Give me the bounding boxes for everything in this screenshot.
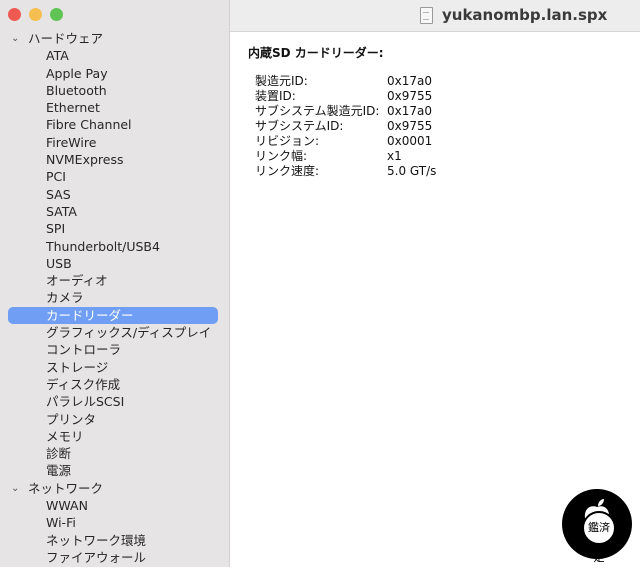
- sidebar-section[interactable]: ⌄ ハードウェア: [0, 30, 229, 47]
- sidebar-item[interactable]: SAS: [0, 186, 229, 203]
- sidebar-section-label: ハードウェア: [28, 31, 104, 46]
- watermark-badge: 鑑済定: [562, 489, 632, 564]
- sidebar-item-label: SAS: [46, 186, 71, 202]
- chevron-down-icon[interactable]: ⌄: [11, 30, 19, 47]
- sidebar-item[interactable]: Ethernet: [0, 99, 229, 116]
- sidebar-item-label: 電源: [46, 463, 72, 479]
- sidebar-item[interactable]: オーディオ: [0, 272, 229, 289]
- sidebar-item[interactable]: ネットワーク環境: [0, 532, 229, 549]
- sidebar-item-label: 診断: [46, 446, 72, 462]
- sidebar-item-label: NVMExpress: [46, 152, 124, 168]
- sidebar-item-label: SPI: [46, 221, 66, 237]
- window-controls: [8, 8, 63, 21]
- sidebar-item-label: ATA: [46, 48, 69, 64]
- sidebar: ⌄ ハードウェア ATA Apple Pay Bluetooth Ethernet Fibr…: [0, 0, 230, 567]
- property-key: 製造元ID:: [255, 74, 308, 88]
- sidebar-item-label: PCI: [46, 169, 66, 185]
- sidebar-item[interactable]: SATA: [0, 203, 229, 220]
- sidebar-item[interactable]: Wi-Fi: [0, 514, 229, 531]
- sidebar-item[interactable]: コントローラ: [0, 341, 229, 358]
- sidebar-item[interactable]: 診断: [0, 445, 229, 462]
- sidebar-item[interactable]: メモリ: [0, 428, 229, 445]
- property-row: サブシステム製造元ID: 0x17a0: [255, 104, 436, 119]
- sidebar-item-label: メモリ: [46, 428, 84, 444]
- sidebar-item-label: Bluetooth: [46, 82, 107, 98]
- property-row: リンク幅: x1: [255, 149, 436, 164]
- watermark-stamp: 鑑済定: [582, 511, 616, 564]
- property-key: リンク速度:: [255, 164, 320, 178]
- sidebar-item-label: Fibre Channel: [46, 117, 132, 133]
- sidebar-item[interactable]: PCI: [0, 168, 229, 185]
- sidebar-section-label: ネットワーク: [28, 480, 104, 496]
- sidebar-item-label: ネットワーク環境: [46, 532, 147, 548]
- sidebar-item[interactable]: Thunderbolt/USB4: [0, 238, 229, 255]
- sidebar-item-label: ディスク作成: [46, 376, 121, 392]
- sidebar-section[interactable]: ⌄ ネットワーク: [0, 480, 229, 497]
- sidebar-item-label: コントローラ: [46, 342, 122, 358]
- property-value: 0x0001: [387, 134, 433, 148]
- sidebar-item[interactable]: Apple Pay: [0, 65, 229, 82]
- property-value: 0x17a0: [387, 74, 432, 88]
- sidebar-item-label: Thunderbolt/USB4: [46, 238, 160, 254]
- property-value: 0x17a0: [387, 104, 432, 118]
- sidebar-item-label: SATA: [46, 203, 77, 219]
- property-row: サブシステムID: 0x9755: [255, 119, 436, 134]
- property-row: リビジョン: 0x0001: [255, 134, 436, 149]
- minimize-window-button[interactable]: [29, 8, 42, 21]
- sidebar-item[interactable]: ATA: [0, 47, 229, 64]
- sidebar-item-label: Ethernet: [46, 100, 100, 116]
- sidebar-item-label: カードリーダー: [46, 307, 134, 323]
- sidebar-item[interactable]: Bluetooth: [0, 82, 229, 99]
- sidebar-item[interactable]: ディスク作成: [0, 376, 229, 393]
- property-row: リンク速度: 5.0 GT/s: [255, 164, 436, 179]
- document-icon: [420, 7, 433, 24]
- zoom-window-button[interactable]: [50, 8, 63, 21]
- sidebar-item[interactable]: カードリーダー: [0, 306, 229, 325]
- property-value: 5.0 GT/s: [387, 164, 437, 178]
- sidebar-item[interactable]: SPI: [0, 220, 229, 237]
- close-window-button[interactable]: [8, 8, 21, 21]
- detail-heading: 内蔵SD カードリーダー:: [248, 46, 384, 60]
- window-title: yukanombp.lan.spx: [442, 6, 608, 24]
- main-pane: yukanombp.lan.spx 内蔵SD カードリーダー: 製造元ID: 0x…: [230, 0, 640, 567]
- sidebar-item-label: カメラ: [46, 290, 84, 306]
- sidebar-item[interactable]: カメラ: [0, 289, 229, 306]
- property-value: 0x9755: [387, 119, 433, 133]
- sidebar-item[interactable]: USB: [0, 255, 229, 272]
- sidebar-item-label: ストレージ: [46, 359, 109, 375]
- property-row: 製造元ID: 0x17a0: [255, 74, 436, 89]
- property-key: リビジョン:: [255, 134, 320, 148]
- property-key: サブシステム製造元ID:: [255, 104, 380, 118]
- sidebar-item[interactable]: FireWire: [0, 134, 229, 151]
- sidebar-item-label: グラフィックス/ディスプレイ: [46, 325, 212, 341]
- property-key: 装置ID:: [255, 89, 296, 103]
- title-bar: yukanombp.lan.spx: [230, 0, 640, 32]
- sidebar-item[interactable]: パラレルSCSI: [0, 393, 229, 410]
- property-key: リンク幅:: [255, 149, 308, 163]
- sidebar-item-label: オーディオ: [46, 273, 108, 289]
- sidebar-item[interactable]: ファイアウォール: [0, 549, 229, 566]
- sidebar-item-label: WWAN: [46, 498, 88, 514]
- sidebar-item[interactable]: グラフィックス/ディスプレイ: [0, 324, 229, 341]
- sidebar-item-label: パラレルSCSI: [46, 394, 125, 410]
- sidebar-item-label: Wi-Fi: [46, 515, 76, 531]
- sidebar-item-label: ファイアウォール: [46, 549, 147, 565]
- property-list: 製造元ID: 0x17a0 装置ID: 0x9755 サブシステム製造元ID: 0x17a…: [255, 74, 436, 179]
- sidebar-item-label: プリンタ: [46, 411, 97, 427]
- sidebar-item-label: FireWire: [46, 134, 97, 150]
- sidebar-item[interactable]: 電源: [0, 462, 229, 479]
- property-key: サブシステムID:: [255, 119, 344, 133]
- device-tree: ⌄ ハードウェア ATA Apple Pay Bluetooth Ethernet Fibr…: [0, 30, 229, 566]
- sidebar-item[interactable]: Fibre Channel: [0, 116, 229, 133]
- sidebar-item-label: USB: [46, 255, 72, 271]
- property-row: 装置ID: 0x9755: [255, 89, 436, 104]
- sidebar-item[interactable]: WWAN: [0, 497, 229, 514]
- sidebar-item[interactable]: ストレージ: [0, 359, 229, 376]
- chevron-down-icon[interactable]: ⌄: [11, 480, 19, 497]
- property-value: x1: [387, 149, 402, 163]
- sidebar-item[interactable]: プリンタ: [0, 411, 229, 428]
- sidebar-item[interactable]: NVMExpress: [0, 151, 229, 168]
- sidebar-item-label: Apple Pay: [46, 65, 108, 81]
- property-value: 0x9755: [387, 89, 433, 103]
